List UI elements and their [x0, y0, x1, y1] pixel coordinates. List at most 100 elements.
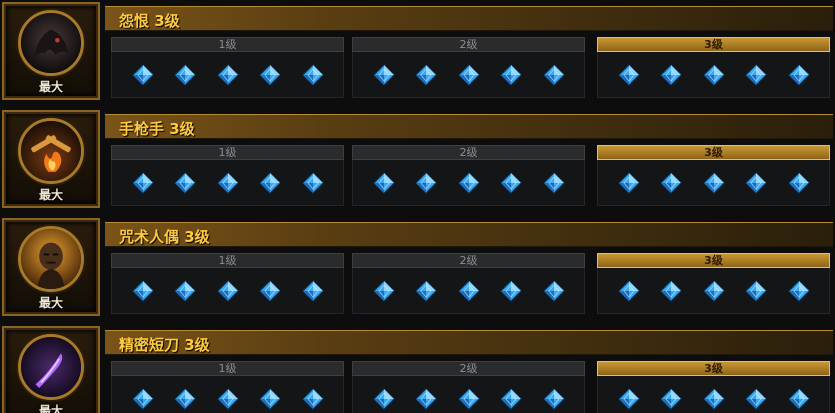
diamond-gem-icon — [500, 172, 522, 194]
diamond-gem-icon — [216, 280, 239, 302]
skill-row[interactable]: 最大 手枪手 3级 1级 2级 3级 — [0, 108, 835, 211]
diamond-gem-icon — [131, 64, 154, 86]
tier-3: 3级 — [597, 361, 830, 413]
diamond-gem-icon — [415, 64, 437, 86]
skill-list: 最大 怨恨 3级 1级 2级 3级 最大 手枪手 3级 1级 2级 3级 最大 … — [0, 0, 835, 413]
diamond-gem-icon — [259, 280, 281, 302]
max-label: 最大 — [38, 80, 63, 94]
skill-portrait-frame[interactable]: 最大 — [2, 2, 100, 100]
tier-2: 2级 — [352, 253, 585, 314]
diamond-gem-icon — [617, 388, 640, 410]
diamond-gem-icon — [787, 280, 810, 302]
diamond-gem-icon — [745, 172, 767, 194]
gem-slots — [597, 160, 830, 206]
skill-title-bar: 咒术人偶 3级 — [105, 222, 833, 247]
diamond-gem-icon — [500, 64, 522, 86]
gem-slots — [111, 376, 344, 413]
skill-row[interactable]: 最大 精密短刀 3级 1级 2级 3级 — [0, 324, 835, 413]
diamond-gem-icon — [617, 172, 640, 194]
diamond-gem-icon — [702, 172, 725, 194]
tier-3: 3级 — [597, 145, 830, 206]
diamond-gem-icon — [457, 280, 480, 302]
skill-portrait-frame[interactable]: 最大 — [2, 326, 100, 413]
diamond-gem-icon — [415, 388, 437, 410]
skill-name: 手枪手 3级 — [119, 120, 195, 138]
gem-slots — [597, 376, 830, 413]
diamond-gem-icon — [745, 388, 767, 410]
tier-label: 1级 — [111, 253, 344, 268]
tier-1: 1级 — [111, 253, 344, 314]
diamond-gem-icon — [457, 64, 480, 86]
skill-name: 怨恨 3级 — [119, 12, 180, 30]
skill-portrait-frame[interactable]: 最大 — [2, 218, 100, 316]
diamond-gem-icon — [131, 388, 154, 410]
diamond-gem-icon — [745, 280, 767, 302]
diamond-gem-icon — [372, 172, 395, 194]
diamond-gem-icon — [542, 172, 565, 194]
skill-row[interactable]: 最大 咒术人偶 3级 1级 2级 3级 — [0, 216, 835, 319]
skill-row[interactable]: 最大 怨恨 3级 1级 2级 3级 — [0, 0, 835, 103]
diamond-gem-icon — [702, 280, 725, 302]
diamond-gem-icon — [617, 280, 640, 302]
diamond-gem-icon — [174, 388, 196, 410]
tier-2: 2级 — [352, 37, 585, 98]
tier-label: 3级 — [597, 253, 830, 268]
gem-slots — [597, 268, 830, 314]
diamond-gem-icon — [787, 388, 810, 410]
diamond-gem-icon — [174, 280, 196, 302]
gem-slots — [111, 52, 344, 98]
diamond-gem-icon — [259, 64, 281, 86]
gem-slots — [352, 52, 585, 98]
diamond-gem-icon — [542, 64, 565, 86]
diamond-gem-icon — [660, 388, 682, 410]
voodoo-doll-icon — [18, 226, 84, 292]
diamond-gem-icon — [542, 280, 565, 302]
diamond-gem-icon — [216, 64, 239, 86]
max-label: 最大 — [38, 188, 63, 202]
diamond-gem-icon — [745, 64, 767, 86]
diamond-gem-icon — [660, 172, 682, 194]
diamond-gem-icon — [660, 280, 682, 302]
gem-slots — [111, 268, 344, 314]
gem-slots — [111, 160, 344, 206]
diamond-gem-icon — [372, 388, 395, 410]
diamond-gem-icon — [702, 64, 725, 86]
tier-label: 2级 — [352, 253, 585, 268]
skill-title-bar: 精密短刀 3级 — [105, 330, 833, 355]
tier-label: 1级 — [111, 145, 344, 160]
tier-2: 2级 — [352, 145, 585, 206]
tier-label: 3级 — [597, 361, 830, 376]
shadow-beast-icon — [18, 10, 84, 76]
diamond-gem-icon — [415, 280, 437, 302]
purple-blade-icon — [18, 334, 84, 400]
diamond-gem-icon — [787, 172, 810, 194]
tier-2: 2级 — [352, 361, 585, 413]
tier-label: 1级 — [111, 361, 344, 376]
tier-label: 1级 — [111, 37, 344, 52]
max-label: 最大 — [38, 404, 63, 413]
diamond-gem-icon — [415, 172, 437, 194]
skill-name: 精密短刀 3级 — [119, 336, 210, 354]
diamond-gem-icon — [372, 280, 395, 302]
tier-label: 3级 — [597, 145, 830, 160]
gem-slots — [352, 160, 585, 206]
tier-label: 3级 — [597, 37, 830, 52]
diamond-gem-icon — [457, 172, 480, 194]
diamond-gem-icon — [216, 388, 239, 410]
diamond-gem-icon — [174, 172, 196, 194]
crossed-pistols-icon — [18, 118, 84, 184]
diamond-gem-icon — [301, 172, 324, 194]
diamond-gem-icon — [301, 388, 324, 410]
diamond-gem-icon — [787, 64, 810, 86]
gem-slots — [352, 376, 585, 413]
diamond-gem-icon — [174, 64, 196, 86]
diamond-gem-icon — [660, 64, 682, 86]
diamond-gem-icon — [457, 388, 480, 410]
tier-1: 1级 — [111, 145, 344, 206]
max-label: 最大 — [38, 296, 63, 310]
tier-label: 2级 — [352, 37, 585, 52]
skill-portrait-frame[interactable]: 最大 — [2, 110, 100, 208]
diamond-gem-icon — [542, 388, 565, 410]
skill-name: 咒术人偶 3级 — [119, 228, 210, 246]
skill-title-bar: 手枪手 3级 — [105, 114, 833, 139]
